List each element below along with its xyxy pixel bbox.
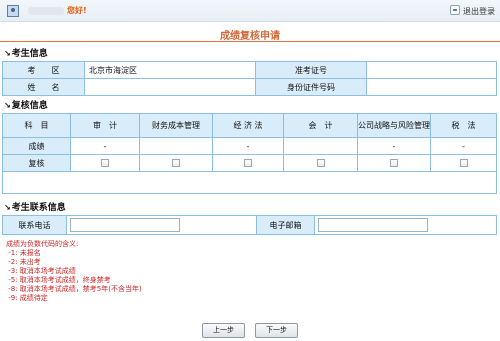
note-item: -8: 取消本场考试成绩，禁考5年(不含当年) [6, 285, 142, 293]
contact-info-heading: 考生联系信息 [4, 200, 66, 213]
review-audit-checkbox[interactable] [101, 159, 109, 167]
header-strategy-risk: 公司战略与风险管理 [357, 113, 431, 138]
admission-number-value [366, 61, 497, 79]
notes-title: 成绩为负数代码的含义: [6, 240, 79, 248]
email-label: 电子邮箱 [256, 215, 315, 235]
review-financial-cell [139, 154, 213, 172]
note-item: -2: 未出考 [6, 258, 41, 266]
review-empty-row [2, 171, 497, 194]
candidate-info-heading: 考生信息 [4, 46, 48, 59]
phone-input[interactable] [70, 218, 180, 232]
page-title: 成绩复核申请 [220, 31, 280, 42]
name-value [84, 78, 256, 96]
exam-area-label: 考 区 [2, 61, 85, 79]
exam-area-value: 北京市海淀区 [84, 61, 256, 79]
review-info-heading: 复核信息 [4, 98, 48, 111]
email-cell [314, 215, 497, 235]
review-label: 复核 [2, 154, 71, 172]
title-divider [0, 41, 500, 42]
user-icon [7, 5, 19, 17]
score-accounting [283, 137, 358, 155]
header-tax-law: 税 法 [430, 113, 497, 138]
score-economic-law: - [212, 137, 284, 155]
header-financial-cost-management: 财务成本管理 [139, 113, 213, 138]
review-financial-checkbox[interactable] [172, 159, 180, 167]
review-accounting-checkbox[interactable] [316, 159, 325, 167]
phone-label: 联系电话 [2, 215, 67, 235]
review-strategy-cell [357, 154, 431, 172]
header-audit: 审 计 [70, 113, 140, 138]
score-label: 成绩 [2, 137, 71, 155]
id-number-value [366, 78, 497, 96]
masked-user-name [28, 7, 64, 15]
id-number-label: 身份证件号码 [255, 78, 367, 96]
logout-icon[interactable] [450, 5, 460, 15]
greeting-text: 您好! [67, 6, 87, 15]
score-strategy: - [357, 137, 431, 155]
contact-info-table: 联系电话 电子邮箱 [2, 215, 497, 235]
review-tax-law-checkbox[interactable] [459, 159, 468, 167]
note-item: -5: 取消本场考试成绩，终身禁考 [6, 276, 111, 284]
header-accounting: 会 计 [283, 113, 358, 138]
review-info-table: 科 目 审 计 财务成本管理 经 济 法 会 计 公司战略与风险管理 税 法 成… [2, 113, 497, 194]
review-audit-cell [70, 154, 140, 172]
review-economic-law-checkbox[interactable] [244, 159, 252, 167]
review-tax-law-cell [430, 154, 497, 172]
review-strategy-checkbox[interactable] [390, 159, 398, 167]
phone-cell [66, 215, 257, 235]
candidate-info-table: 考 区 北京市海淀区 准考证号 姓 名 身份证件号码 [2, 61, 497, 96]
email-input[interactable] [318, 218, 428, 232]
top-bar: 您好! 退出登录 [0, 0, 500, 22]
admission-number-label: 准考证号 [255, 61, 367, 79]
logout-link[interactable]: 退出登录 [463, 6, 495, 17]
review-accounting-cell [283, 154, 358, 172]
score-financial [139, 137, 213, 155]
prev-step-button[interactable]: 上一步 [202, 323, 245, 338]
score-audit: - [70, 137, 140, 155]
score-code-notes: 成绩为负数代码的含义: -1: 未报名 -2: 未出考 -3: 取消本场考试成绩… [6, 240, 306, 303]
note-item: -3: 取消本场考试成绩 [6, 267, 76, 275]
note-item: -9: 成绩待定 [6, 294, 48, 302]
next-step-button[interactable]: 下一步 [255, 323, 298, 338]
note-item: -1: 未报名 [6, 249, 41, 257]
name-label: 姓 名 [2, 78, 85, 96]
score-tax-law: - [430, 137, 497, 155]
header-subject: 科 目 [2, 113, 71, 138]
review-economic-law-cell [212, 154, 284, 172]
header-economic-law: 经 济 法 [212, 113, 284, 138]
